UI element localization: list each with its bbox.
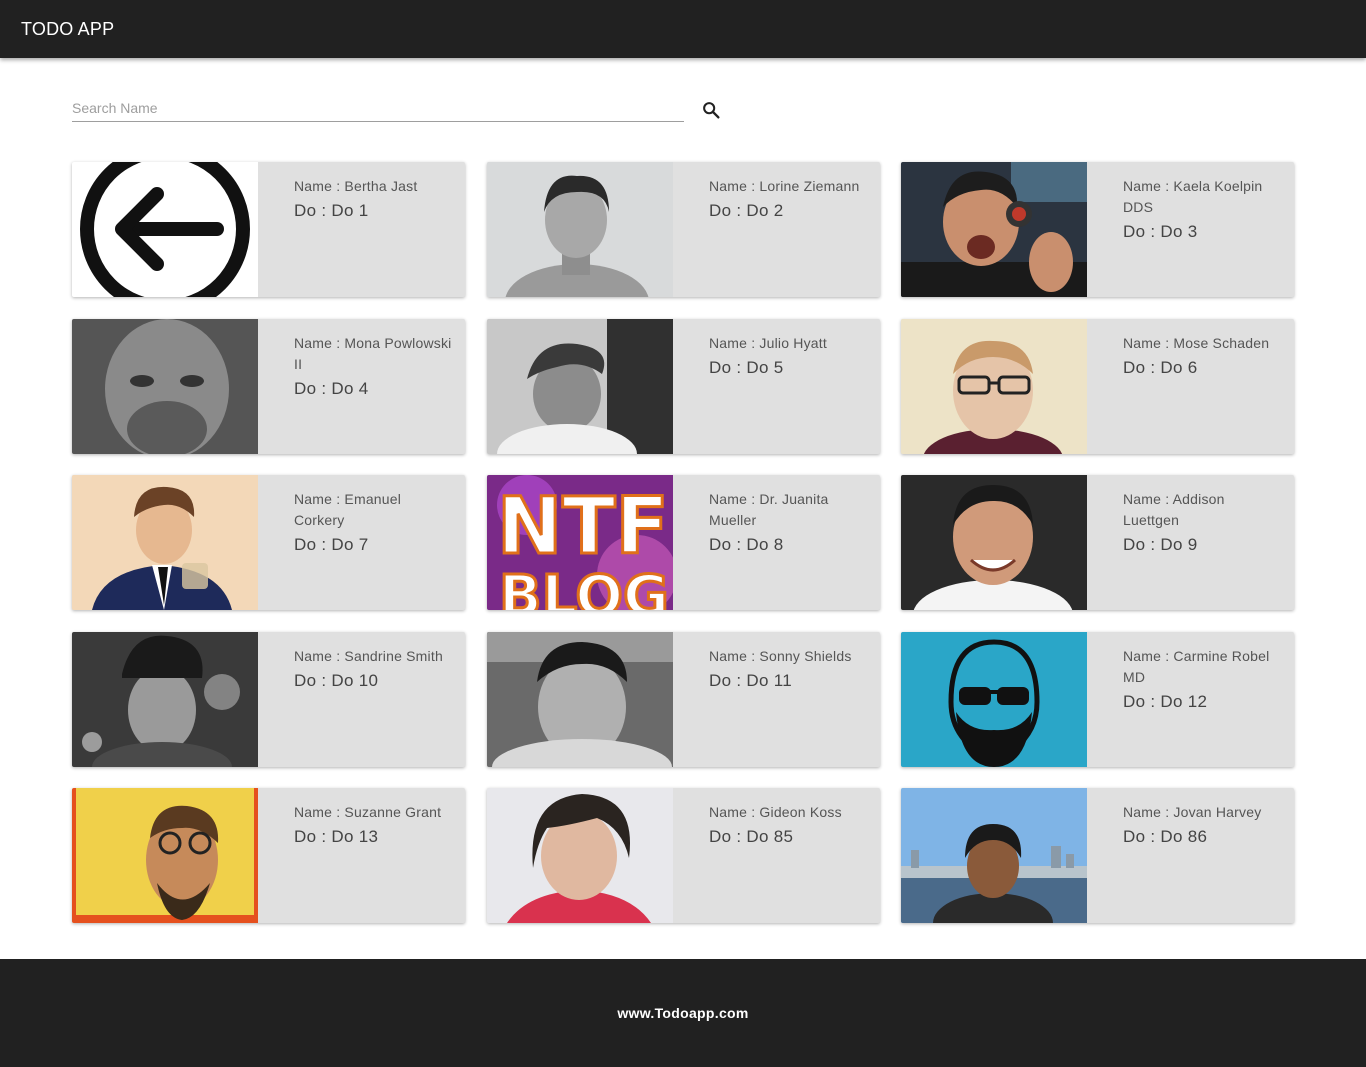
avatar (487, 319, 673, 454)
avatar (72, 632, 258, 767)
card-todo: Do : Do 85 (709, 827, 794, 846)
card-todo: Do : Do 6 (1123, 358, 1198, 377)
card-todo: Do : Do 11 (709, 671, 793, 690)
card-name: Name : Sandrine Smith (294, 648, 443, 664)
todo-card[interactable]: Name : Mona Powlowski II Do : Do 4 (72, 319, 465, 454)
footer-link[interactable]: www.Todoapp.com (617, 1005, 748, 1021)
card-name: Name : Carmine Robel MD (1123, 648, 1270, 685)
card-todo: Do : Do 3 (1123, 222, 1198, 241)
card-name: Name : Bertha Jast (294, 178, 418, 194)
todo-card[interactable]: Name : Jovan Harvey Do : Do 86 (901, 788, 1294, 923)
todo-card[interactable]: Name : Gideon Koss Do : Do 85 (487, 788, 880, 923)
card-info: Name : Lorine Ziemann Do : Do 2 (709, 176, 869, 223)
back-arrow-icon (72, 162, 258, 297)
svg-text:NTF: NTF (497, 482, 669, 572)
card-info: Name : Kaela Koelpin DDS Do : Do 3 (1123, 176, 1283, 244)
avatar (487, 632, 673, 767)
todo-card[interactable]: Name : Julio Hyatt Do : Do 5 (487, 319, 880, 454)
todo-card[interactable]: Name : Sandrine Smith Do : Do 10 (72, 632, 465, 767)
card-name: Name : Emanuel Corkery (294, 491, 402, 528)
avatar (901, 475, 1087, 610)
card-info: Name : Sandrine Smith Do : Do 10 (294, 646, 454, 693)
card-info: Name : Suzanne Grant Do : Do 13 (294, 802, 454, 849)
todo-card[interactable]: NTF BLOG Name : Dr. Juanita Mueller Do : Do… (487, 475, 880, 610)
todo-card[interactable]: Name : Carmine Robel MD Do : Do 12 (901, 632, 1294, 767)
search-icon (703, 102, 720, 119)
avatar: NTF BLOG (487, 475, 673, 610)
avatar (901, 162, 1087, 297)
card-todo: Do : Do 8 (709, 535, 784, 554)
card-info: Name : Emanuel Corkery Do : Do 7 (294, 489, 454, 557)
app-bar: TODO APP (0, 0, 1366, 58)
card-todo: Do : Do 13 (294, 827, 379, 846)
card-info: Name : Bertha Jast Do : Do 1 (294, 176, 454, 223)
app-title: TODO APP (21, 18, 115, 39)
card-name: Name : Gideon Koss (709, 804, 842, 820)
avatar (487, 162, 673, 297)
avatar (487, 788, 673, 923)
card-info: Name : Dr. Juanita Mueller Do : Do 8 (709, 489, 869, 557)
svg-text:BLOG: BLOG (499, 564, 669, 610)
card-todo: Do : Do 12 (1123, 692, 1208, 711)
search-button[interactable] (700, 99, 722, 121)
card-info: Name : Carmine Robel MD Do : Do 12 (1123, 646, 1283, 714)
card-todo: Do : Do 86 (1123, 827, 1208, 846)
card-info: Name : Mona Powlowski II Do : Do 4 (294, 333, 454, 401)
todo-card[interactable]: Name : Emanuel Corkery Do : Do 7 (72, 475, 465, 610)
card-todo: Do : Do 10 (294, 671, 379, 690)
card-name: Name : Kaela Koelpin DDS (1123, 178, 1263, 215)
card-todo: Do : Do 5 (709, 358, 784, 377)
card-todo: Do : Do 2 (709, 201, 784, 220)
avatar (901, 319, 1087, 454)
card-info: Name : Gideon Koss Do : Do 85 (709, 802, 869, 849)
todo-card[interactable]: Name : Sonny Shields Do : Do 11 (487, 632, 880, 767)
card-name: Name : Sonny Shields (709, 648, 852, 664)
card-name: Name : Jovan Harvey (1123, 804, 1262, 820)
card-info: Name : Jovan Harvey Do : Do 86 (1123, 802, 1283, 849)
avatar (72, 319, 258, 454)
avatar (901, 788, 1087, 923)
todo-card[interactable]: Name : Lorine Ziemann Do : Do 2 (487, 162, 880, 297)
card-todo: Do : Do 1 (294, 201, 369, 220)
search-field[interactable] (72, 96, 684, 122)
todo-card[interactable]: Name : Suzanne Grant Do : Do 13 (72, 788, 465, 923)
card-name: Name : Mose Schaden (1123, 335, 1270, 351)
card-name: Name : Suzanne Grant (294, 804, 442, 820)
avatar (72, 788, 258, 923)
card-name: Name : Lorine Ziemann (709, 178, 860, 194)
search-input[interactable] (72, 96, 684, 120)
card-todo: Do : Do 7 (294, 535, 369, 554)
card-name: Name : Mona Powlowski II (294, 335, 452, 372)
todo-card[interactable]: Name : Mose Schaden Do : Do 6 (901, 319, 1294, 454)
card-name: Name : Julio Hyatt (709, 335, 827, 351)
card-info: Name : Julio Hyatt Do : Do 5 (709, 333, 869, 380)
avatar (901, 632, 1087, 767)
todo-card[interactable]: Name : Addison Luettgen Do : Do 9 (901, 475, 1294, 610)
card-todo: Do : Do 9 (1123, 535, 1198, 554)
avatar (72, 475, 258, 610)
footer: www.Todoapp.com (0, 959, 1366, 1067)
card-name: Name : Dr. Juanita Mueller (709, 491, 829, 528)
card-info: Name : Sonny Shields Do : Do 11 (709, 646, 869, 693)
card-info: Name : Mose Schaden Do : Do 6 (1123, 333, 1283, 380)
card-name: Name : Addison Luettgen (1123, 491, 1225, 528)
todo-card[interactable]: Name : Kaela Koelpin DDS Do : Do 3 (901, 162, 1294, 297)
card-todo: Do : Do 4 (294, 379, 369, 398)
todo-card[interactable]: Name : Bertha Jast Do : Do 1 (72, 162, 465, 297)
card-info: Name : Addison Luettgen Do : Do 9 (1123, 489, 1283, 557)
